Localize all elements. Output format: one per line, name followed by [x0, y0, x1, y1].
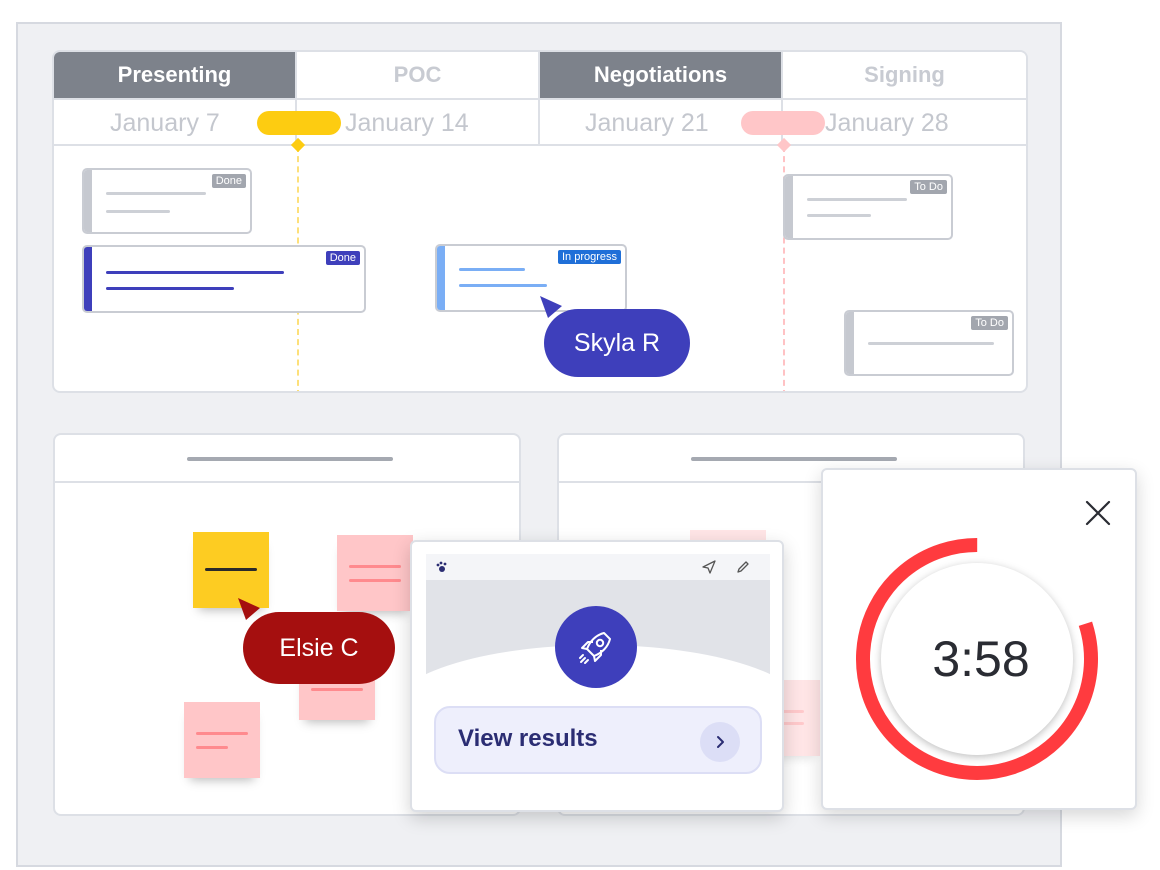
panel-title-placeholder: [691, 457, 897, 461]
task-card[interactable]: To Do: [844, 310, 1014, 376]
timer-widget: 3:58: [821, 468, 1137, 810]
status-badge: Done: [325, 251, 360, 265]
sticky-note[interactable]: [337, 535, 413, 611]
paw-icon: [436, 561, 447, 572]
date-label: January 7: [110, 109, 220, 137]
status-badge: To Do: [971, 316, 1008, 330]
rocket-icon: [555, 606, 637, 688]
stage-signing[interactable]: Signing: [783, 52, 1026, 100]
close-icon[interactable]: [1083, 498, 1113, 528]
stage-presenting[interactable]: Presenting: [54, 52, 297, 100]
popup-toolbar: [426, 554, 770, 580]
timeline-board: Presenting POC Negotiations Signing Janu…: [52, 50, 1028, 393]
stage-row: Presenting POC Negotiations Signing: [54, 52, 1026, 100]
milestone-marker-yellow[interactable]: [257, 111, 341, 135]
date-label: January 21: [585, 109, 709, 137]
task-card[interactable]: Done: [82, 245, 366, 313]
status-badge: To Do: [910, 180, 947, 194]
date-label: January 14: [345, 109, 469, 137]
pencil-icon[interactable]: [736, 560, 750, 574]
collaborator-cursor-label: Elsie C: [243, 612, 395, 684]
view-results-label: View results: [458, 725, 598, 752]
chevron-right-icon[interactable]: [700, 722, 740, 762]
sticky-note[interactable]: [184, 702, 260, 778]
milestone-marker-pink[interactable]: [741, 111, 825, 135]
task-card[interactable]: Done: [82, 168, 252, 234]
stage-poc[interactable]: POC: [297, 52, 540, 100]
stage-negotiations[interactable]: Negotiations: [540, 52, 783, 100]
timer-countdown: 3:58: [932, 631, 1030, 687]
date-label: January 28: [825, 109, 949, 137]
task-card[interactable]: In progress: [435, 244, 627, 312]
task-card[interactable]: To Do: [783, 174, 953, 240]
results-popup: View results: [410, 540, 784, 812]
collaborator-name: Skyla R: [573, 328, 661, 357]
collaborator-cursor-label: Skyla R: [544, 309, 690, 377]
view-results-button[interactable]: View results: [434, 706, 762, 774]
status-badge: In progress: [557, 250, 621, 264]
status-badge: Done: [211, 174, 246, 188]
panel-title-placeholder: [187, 457, 393, 461]
collaborator-name: Elsie C: [279, 633, 359, 662]
send-icon[interactable]: [702, 560, 716, 574]
